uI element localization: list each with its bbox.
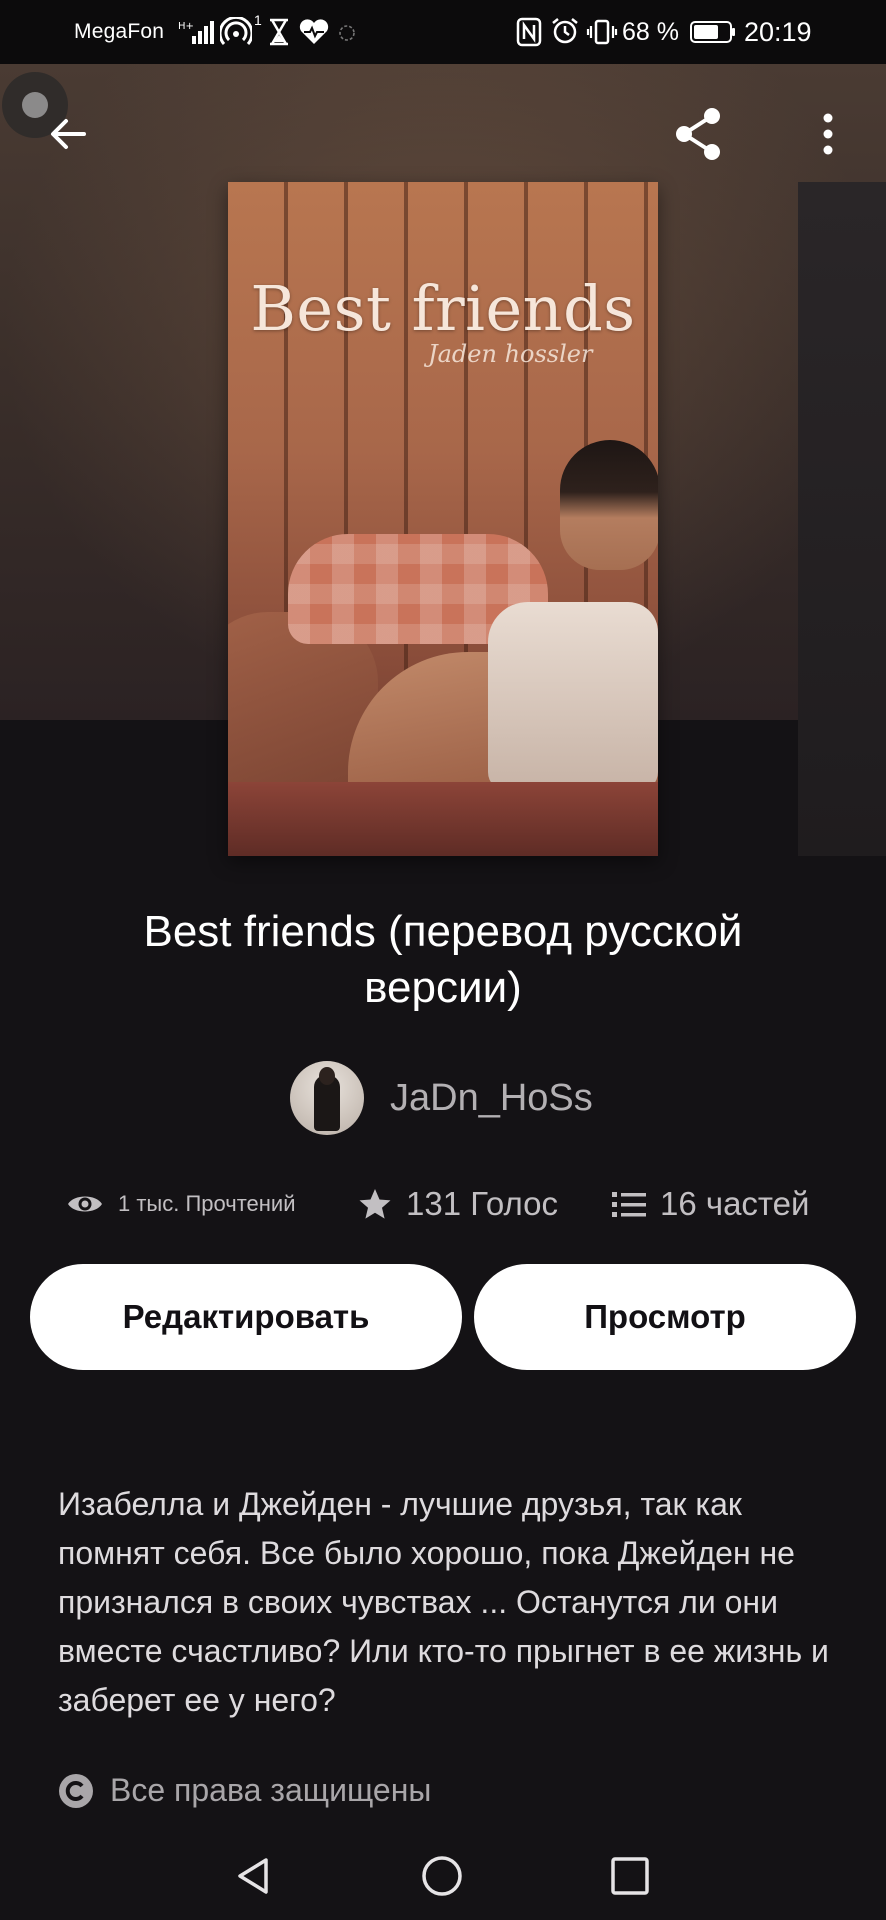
next-story-cover[interactable]: [798, 182, 886, 856]
hotspot-count: 1: [254, 12, 262, 28]
cover-head: [560, 440, 658, 570]
parts-count: 16 частей: [660, 1185, 810, 1222]
hourglass-icon: [270, 18, 288, 46]
cover-shirt: [488, 602, 658, 792]
story-description: Изабелла и Джейден - лучшие друзья, так …: [58, 1486, 829, 1718]
preview-button[interactable]: Просмотр: [474, 1264, 856, 1370]
alarm-icon: [552, 18, 578, 44]
cover-subtitle: Jaden hossler: [428, 340, 593, 368]
copyright-icon: [58, 1773, 94, 1809]
author-link[interactable]: JaDn_HoSs: [290, 1060, 593, 1136]
arrow-left-icon: [51, 119, 86, 149]
square-recents-icon: [611, 1857, 649, 1895]
author-avatar[interactable]: [290, 1061, 364, 1135]
nav-recents-button[interactable]: [598, 1844, 662, 1908]
circle-home-icon: [422, 1856, 462, 1896]
health-heart-icon: [299, 19, 329, 44]
reads-stat: 1 тыс. Прочтений: [66, 1176, 296, 1232]
story-details-screen: MegaFon H+ 1 68 % 20:19 Best friends Jad…: [0, 0, 886, 1920]
carrier-name: MegaFon: [74, 20, 165, 43]
avatar-figure-head: [319, 1067, 335, 1085]
eye-icon: [66, 1191, 104, 1217]
more-vertical-icon: [823, 113, 833, 155]
triangle-back-icon: [238, 1858, 268, 1894]
copyright-notice: Все права защищены: [58, 1772, 431, 1809]
vibrate-icon: [586, 19, 618, 45]
story-title: Best friends (перевод русской версии): [143, 907, 743, 1012]
votes-stat: 131 Голос: [358, 1176, 558, 1232]
share-icon: [676, 108, 720, 160]
story-cover[interactable]: Best friends Jaden hossler: [228, 182, 658, 856]
edit-button[interactable]: Редактировать: [30, 1264, 462, 1370]
signal-icon: H+: [178, 21, 214, 44]
parts-stat: 16 частей: [612, 1176, 809, 1232]
story-stats: 1 тыс. Прочтений 131 Голос 16 частей: [0, 1176, 886, 1232]
cover-title: Best friends: [250, 272, 636, 345]
status-bar: MegaFon H+ 1 68 % 20:19: [0, 0, 886, 64]
battery-icon: [690, 21, 735, 43]
nav-back-button[interactable]: [222, 1844, 286, 1908]
reads-count: 1 тыс. Прочтений: [118, 1191, 296, 1216]
system-navigation-bar: [0, 1830, 886, 1920]
battery-percent: 68 %: [622, 18, 679, 46]
copyright-label: Все права защищены: [110, 1772, 432, 1808]
clock: 20:19: [744, 17, 812, 47]
svg-text:H+: H+: [178, 21, 194, 32]
back-button[interactable]: [36, 102, 100, 166]
star-icon: [358, 1187, 392, 1221]
author-name[interactable]: JaDn_HoSs: [390, 1077, 593, 1120]
votes-count: 131 Голос: [406, 1185, 558, 1222]
cover-blanket: [228, 782, 658, 856]
share-button[interactable]: [666, 102, 730, 166]
nav-home-button[interactable]: [410, 1844, 474, 1908]
list-icon: [612, 1190, 646, 1218]
nfc-icon: [516, 17, 542, 47]
sync-icon: [339, 25, 355, 41]
more-options-button[interactable]: [796, 102, 860, 166]
hotspot-icon: [220, 17, 252, 45]
